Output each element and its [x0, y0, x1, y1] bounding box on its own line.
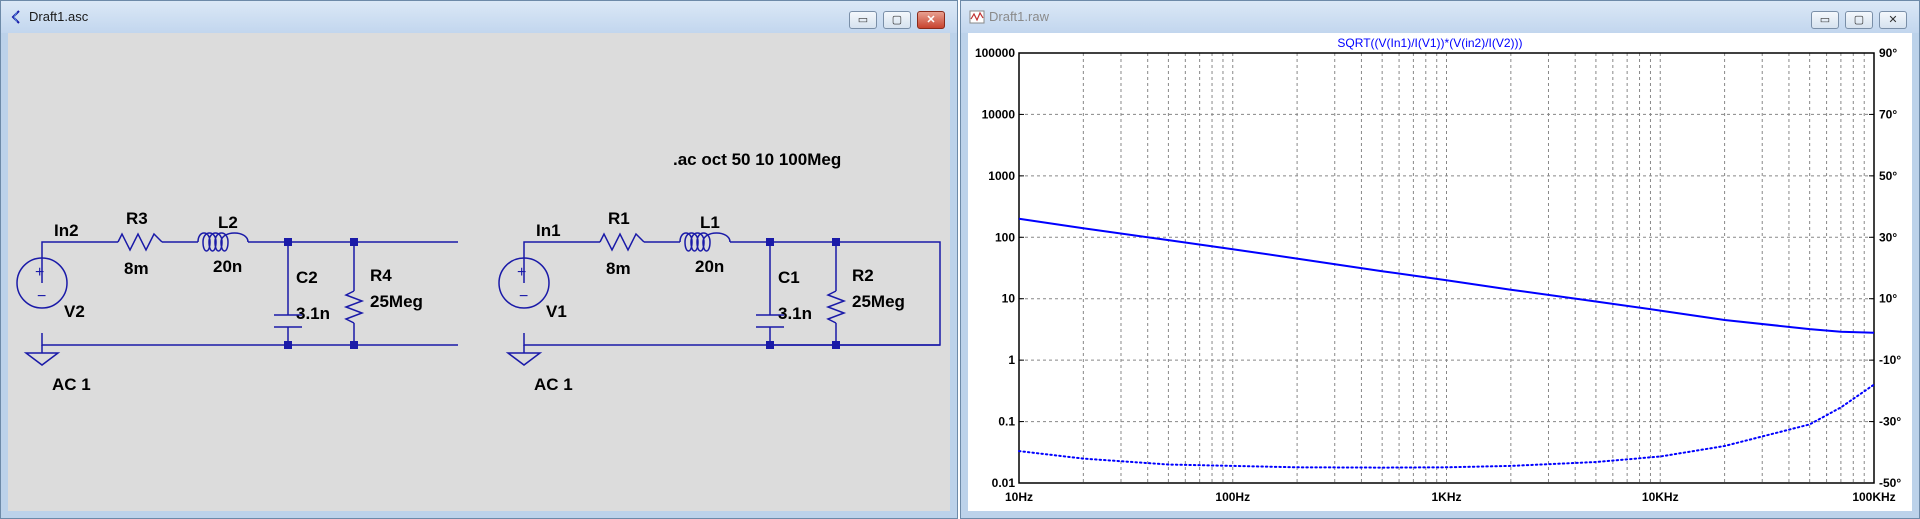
y2-tick-label: 50° — [1879, 169, 1897, 183]
y-tick-label: 0.01 — [992, 476, 1016, 490]
schematic-window-title: Draft1.asc — [29, 9, 89, 24]
svg-text:+: + — [517, 264, 526, 281]
ac-directive[interactable]: .ac oct 50 10 100Meg — [673, 150, 841, 169]
r1-value: 8m — [606, 259, 631, 278]
r3-value: 8m — [124, 259, 149, 278]
y-tick-label: 1000 — [988, 169, 1015, 183]
y2-tick-label: 70° — [1879, 107, 1897, 121]
r3-label: R3 — [126, 209, 148, 228]
ltspice-schematic-icon — [11, 10, 20, 24]
r2-label: R2 — [852, 266, 874, 285]
waveform-viewer-icon — [969, 10, 985, 24]
bode-plot: SQRT((V(In1)/I(V1))*(V(in2)/I(V2))) 10Hz… — [975, 36, 1901, 504]
l2-value: 20n — [213, 257, 242, 276]
schematic-canvas[interactable]: + − + − .ac oct 50 10 100Meg In2 R3 8m L2 … — [8, 33, 950, 511]
y-tick-label: 100000 — [975, 46, 1015, 60]
waveform-window-title: Draft1.raw — [989, 9, 1049, 24]
plot-title-trace-expression[interactable]: SQRT((V(In1)/I(V1))*(V(in2)/I(V2))) — [1337, 36, 1522, 50]
close-button[interactable]: ✕ — [1879, 11, 1907, 29]
maximize-button[interactable]: ▢ — [883, 11, 911, 29]
node-label-in2: In2 — [54, 221, 79, 240]
y2-tick-label: -50° — [1879, 476, 1901, 490]
schematic-drawing: +− +− .ac oct 50 10 100Meg In2 R3 8m L2 … — [16, 150, 941, 394]
v1-label: V1 — [546, 302, 567, 321]
svg-text:−: − — [37, 288, 46, 305]
y-tick-label: 10 — [1002, 292, 1016, 306]
y-tick-label: 100 — [995, 230, 1015, 244]
x-tick-label: 10Hz — [1005, 490, 1033, 504]
svg-text:+: + — [35, 264, 44, 281]
r2-value: 25Meg — [852, 292, 905, 311]
waveform-titlebar[interactable]: Draft1.raw ▭ ▢ ✕ — [961, 1, 1919, 33]
y2-tick-label: 30° — [1879, 230, 1897, 244]
y2-tick-label: 90° — [1879, 46, 1897, 60]
maximize-button[interactable]: ▢ — [1845, 11, 1873, 29]
r4-value: 25Meg — [370, 292, 423, 311]
l1-label: L1 — [700, 213, 720, 232]
plot-frame — [1018, 52, 1875, 484]
x-tick-label: 1KHz — [1431, 490, 1461, 504]
x-tick-label: 10KHz — [1642, 490, 1679, 504]
node-label-in1: In1 — [536, 221, 561, 240]
y-tick-label: 0.1 — [998, 415, 1015, 429]
r4-label: R4 — [370, 266, 392, 285]
y2-tick-label: -30° — [1879, 415, 1901, 429]
svg-text:−: − — [519, 288, 528, 305]
c2-value: 3.1n — [296, 304, 330, 323]
minimize-button[interactable]: ▭ — [849, 11, 877, 29]
v2-value: AC 1 — [52, 375, 91, 394]
schematic-window: Draft1.asc ▭ ▢ ✕ + − + − .ac oct 50 10 1… — [0, 0, 958, 519]
l2-label: L2 — [218, 213, 238, 232]
waveform-window: Draft1.raw ▭ ▢ ✕ SQRT((V(In1)/I(V1))*(V(… — [960, 0, 1920, 519]
c1-value: 3.1n — [778, 304, 812, 323]
minimize-button[interactable]: ▭ — [1811, 11, 1839, 29]
x-tick-label: 100Hz — [1215, 490, 1250, 504]
y2-tick-label: 10° — [1879, 292, 1897, 306]
x-tick-label: 100KHz — [1852, 490, 1895, 504]
c1-label: C1 — [778, 268, 800, 287]
y-tick-label: 10000 — [982, 107, 1016, 121]
v2-label: V2 — [64, 302, 85, 321]
plot-pane[interactable]: SQRT((V(In1)/I(V1))*(V(in2)/I(V2))) 10Hz… — [968, 33, 1912, 511]
y-tick-label: 1 — [1008, 353, 1015, 367]
y2-tick-label: -10° — [1879, 353, 1901, 367]
close-button[interactable]: ✕ — [917, 11, 945, 29]
c2-label: C2 — [296, 268, 318, 287]
schematic-titlebar[interactable]: Draft1.asc ▭ ▢ ✕ — [1, 1, 957, 33]
v1-value: AC 1 — [534, 375, 573, 394]
l1-value: 20n — [695, 257, 724, 276]
r1-label: R1 — [608, 209, 630, 228]
